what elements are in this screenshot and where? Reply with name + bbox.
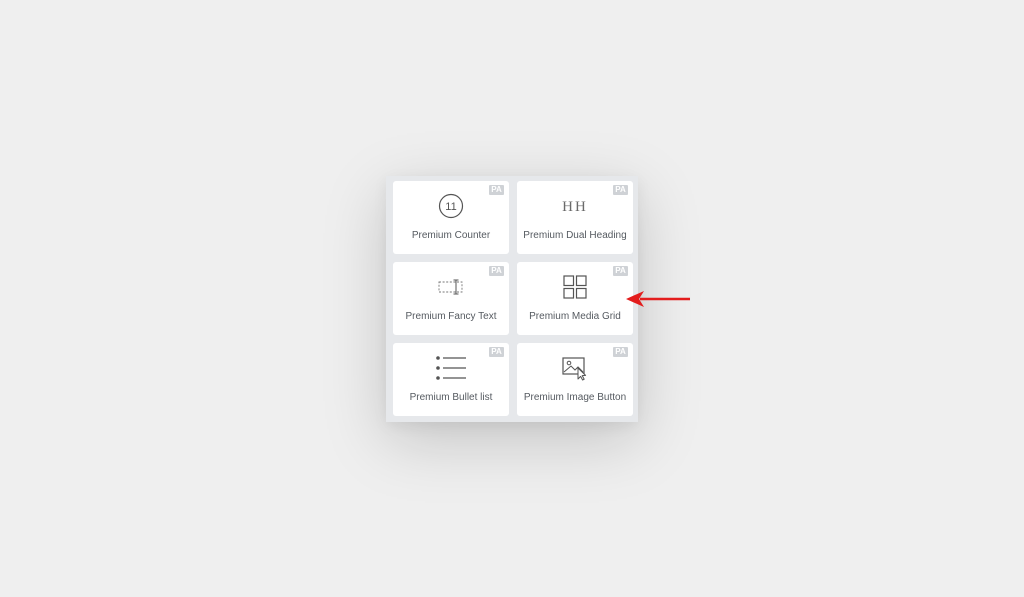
widget-label: Premium Media Grid — [529, 311, 621, 322]
widget-label: Premium Counter — [411, 230, 491, 241]
media-grid-icon — [517, 273, 633, 301]
page-background: PA 11 Premium Counter PA HH Premium Dual… — [0, 0, 1024, 597]
widget-panel: PA 11 Premium Counter PA HH Premium Dual… — [386, 176, 638, 422]
widget-grid: PA 11 Premium Counter PA HH Premium Dual… — [393, 181, 633, 416]
widget-premium-bullet-list[interactable]: PA Premium Bullet list — [393, 343, 509, 416]
widget-premium-media-grid[interactable]: PA Premium Media Grid — [517, 262, 633, 335]
widget-premium-image-button[interactable]: PA Premium Image Button — [517, 343, 633, 416]
counter-icon: 11 — [393, 192, 509, 220]
widget-label: Premium Fancy Text — [405, 311, 497, 322]
red-arrow-icon — [626, 291, 690, 307]
image-button-icon — [517, 354, 633, 382]
svg-text:HH: HH — [562, 199, 588, 215]
widget-label: Premium Bullet list — [409, 392, 493, 403]
dual-heading-icon: HH — [517, 192, 633, 220]
widget-label: Premium Dual Heading — [523, 230, 627, 241]
widget-premium-counter[interactable]: PA 11 Premium Counter — [393, 181, 509, 254]
svg-text:11: 11 — [445, 201, 456, 213]
widget-label: Premium Image Button — [523, 392, 627, 403]
fancy-text-icon — [393, 273, 509, 301]
bullet-list-icon — [393, 354, 509, 382]
widget-premium-dual-heading[interactable]: PA HH Premium Dual Heading — [517, 181, 633, 254]
widget-premium-fancy-text[interactable]: PA Premium Fancy Text — [393, 262, 509, 335]
